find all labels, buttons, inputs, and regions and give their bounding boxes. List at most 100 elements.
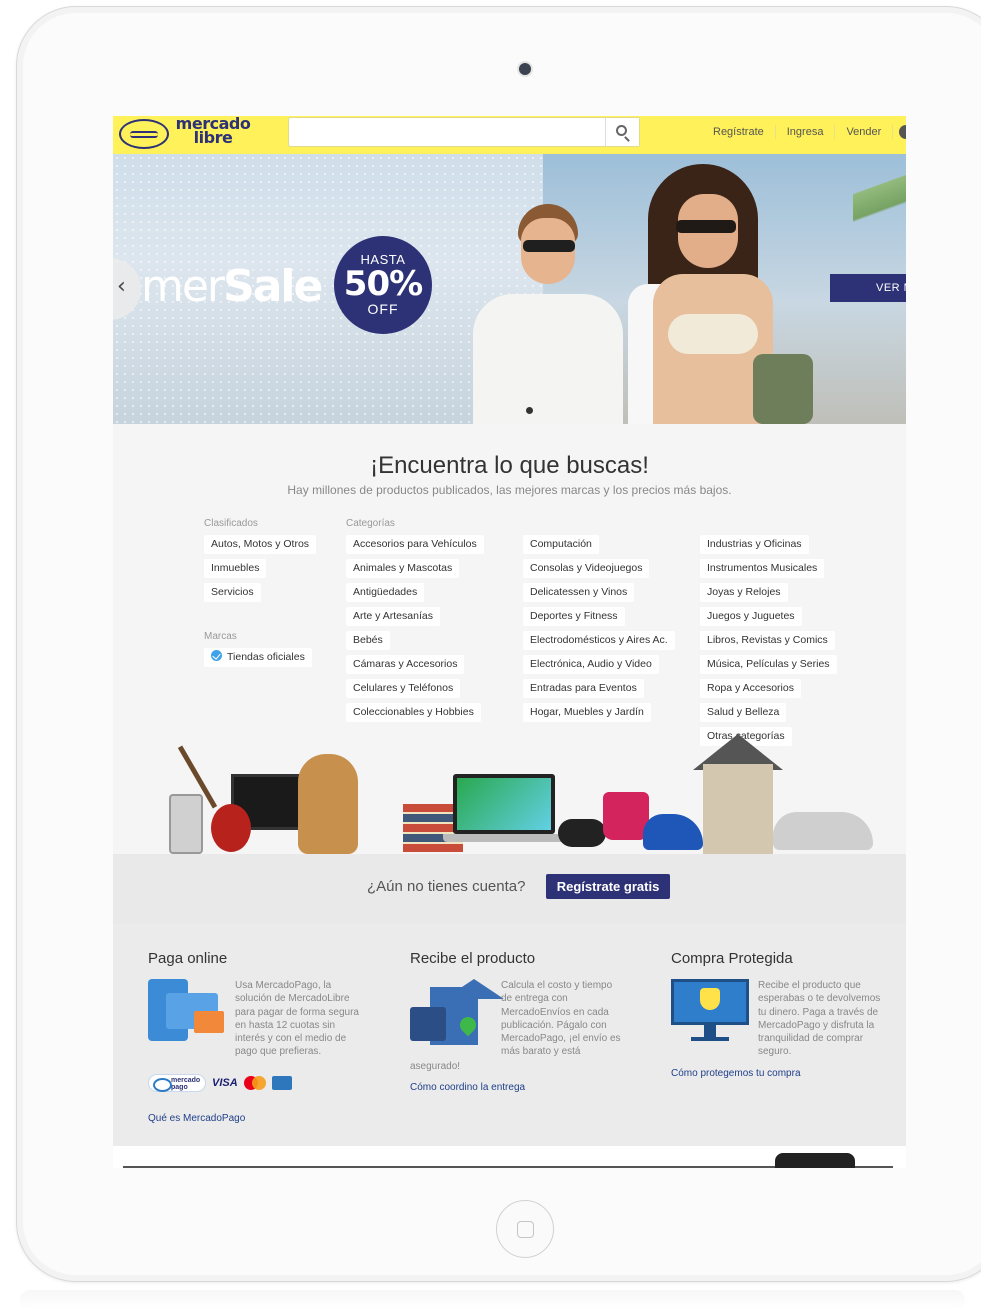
search-icon [616, 125, 627, 136]
collage-laptop [453, 774, 555, 834]
find-subtitle: Hay millones de productos publicados, la… [287, 483, 732, 497]
home-button[interactable] [496, 1200, 554, 1258]
pay-online-title: Paga online [148, 950, 228, 967]
what-is-mercadopago-link[interactable]: Qué es MercadoPago [148, 1113, 245, 1124]
collage-car [773, 812, 873, 850]
tag-category[interactable]: Ropa y Accesorios [700, 679, 801, 698]
hero-banner[interactable]: merSale HASTA 50% OFF ‹ VER M [113, 154, 906, 424]
find-title: ¡Encuentra lo que buscas! [370, 452, 649, 479]
site-header: mercado libre Regístrate Ingresa Vender [113, 116, 906, 154]
how-we-protect-link[interactable]: Cómo protegemos tu compra [671, 1068, 801, 1079]
payment-logos: mercado pago VISA [148, 1072, 303, 1094]
collage-dog [298, 754, 358, 854]
carousel-prev-button[interactable]: ‹ [113, 258, 141, 320]
tag-category[interactable]: Electrónica, Audio y Video [523, 655, 659, 674]
tag-category[interactable]: Joyas y Relojes [700, 583, 788, 602]
verified-check-icon [211, 650, 222, 661]
shipping-icon [410, 977, 504, 1047]
login-link[interactable]: Ingresa [776, 125, 836, 139]
tag-category[interactable]: Salud y Belleza [700, 703, 787, 722]
find-section: ¡Encuentra lo que buscas! Hay millones d… [113, 424, 906, 854]
collage-shoe [643, 814, 703, 850]
camera-icon [519, 63, 531, 75]
how-delivery-link[interactable]: Cómo coordino la entrega [410, 1082, 525, 1093]
register-free-button[interactable]: Regístrate gratis [546, 874, 670, 899]
tag-category[interactable]: Computación [523, 535, 599, 554]
tag-category[interactable]: Delicatessen y Vinos [523, 583, 635, 602]
help-icon[interactable] [899, 125, 906, 139]
sale-text-light: mer [141, 261, 225, 312]
protected-purchase-title: Compra Protegida [671, 950, 793, 967]
sell-link[interactable]: Vender [835, 125, 894, 139]
signup-band: ¿Aún no tienes cuenta? Regístrate gratis [113, 854, 906, 924]
collage-laptop-base [443, 834, 565, 842]
tag-category[interactable]: Juegos y Juguetes [700, 607, 802, 626]
tag-clasificado[interactable]: Inmuebles [204, 559, 267, 578]
collage-house [703, 764, 773, 854]
tag-category[interactable]: Instrumentos Musicales [700, 559, 825, 578]
collage-phone [169, 794, 203, 854]
search-input[interactable] [288, 117, 640, 147]
search-button[interactable] [605, 118, 639, 146]
mercadolibre-logo[interactable]: mercado libre [119, 116, 254, 151]
tag-category[interactable]: Arte y Artesanías [346, 607, 440, 626]
products-collage [163, 734, 873, 854]
tag-category[interactable]: Coleccionables y Hobbies [346, 703, 481, 722]
shield-monitor-icon [671, 979, 749, 1045]
tag-category[interactable]: Animales y Mascotas [346, 559, 460, 578]
tag-category[interactable]: Electrodomésticos y Aires Ac. [523, 631, 675, 650]
categorias-label: Categorías [346, 518, 395, 529]
signup-question: ¿Aún no tienes cuenta? [367, 878, 526, 895]
tag-category[interactable]: Accesorios para Vehículos [346, 535, 484, 554]
receive-product-title: Recibe el producto [410, 950, 536, 967]
tag-tiendas-oficiales[interactable]: Tiendas oficiales [204, 648, 312, 667]
sale-text-bold: Sale [223, 261, 323, 312]
carousel-dot[interactable] [526, 407, 533, 414]
footer-device-image [775, 1153, 855, 1168]
header-nav: Regístrate Ingresa Vender [703, 116, 894, 148]
logo-text: mercado libre [173, 116, 253, 147]
tag-category[interactable]: Industrias y Oficinas [700, 535, 809, 554]
palm-tree [853, 154, 906, 264]
tag-category[interactable]: Entradas para Eventos [523, 679, 644, 698]
tag-category[interactable]: Celulares y Teléfonos [346, 679, 461, 698]
hero-bag [753, 354, 813, 424]
amex-icon [271, 1076, 292, 1090]
tag-category[interactable]: Libros, Revistas y Comics [700, 631, 835, 650]
pay-online-description: Usa MercadoPago, la solución de MercadoL… [235, 980, 359, 1058]
visa-logo: VISA [212, 1077, 238, 1089]
chevron-left-icon: ‹ [117, 274, 126, 299]
collage-guitar [211, 804, 251, 852]
tag-category[interactable]: Hogar, Muebles y Jardín [523, 703, 651, 722]
marcas-label: Marcas [204, 631, 237, 642]
logo-line-2: libre [193, 128, 233, 147]
receive-product-description-tail: asegurado! [410, 1061, 461, 1072]
tag-category[interactable]: Cámaras y Accesorios [346, 655, 465, 674]
mastercard-icon [243, 1076, 266, 1090]
tablet-reflection [20, 1290, 965, 1310]
tag-category[interactable]: Música, Películas y Series [700, 655, 837, 674]
tag-clasificado[interactable]: Autos, Motos y Otros [204, 535, 317, 554]
hero-sale-text: merSale [141, 261, 323, 312]
tag-category[interactable]: Antigüedades [346, 583, 425, 602]
discount-badge: HASTA 50% OFF [334, 236, 432, 334]
features-section: Paga online Usa MercadoPago, la solución… [113, 924, 906, 1146]
badge-percent: 50% [343, 264, 423, 304]
home-square-icon [517, 1221, 534, 1238]
receive-product-description: Calcula el costo y tiempo de entrega con… [501, 980, 621, 1058]
tiendas-oficiales-label: Tiendas oficiales [227, 651, 305, 663]
clasificados-label: Clasificados [204, 518, 258, 529]
protected-purchase-description: Recibe el producto que esperabas o te de… [758, 980, 881, 1058]
register-link[interactable]: Regístrate [703, 125, 776, 139]
footer-strip [113, 1146, 906, 1168]
payment-cards-icon [148, 979, 226, 1045]
mercadopago-logo: mercado pago [148, 1074, 206, 1092]
hero-cta-button[interactable]: VER M [830, 274, 906, 302]
tag-clasificado[interactable]: Servicios [204, 583, 261, 602]
browser-screen: mercado libre Regístrate Ingresa Vender … [113, 116, 906, 1168]
collage-controller [558, 819, 606, 847]
tag-category[interactable]: Bebés [346, 631, 390, 650]
tag-category[interactable]: Consolas y Videojuegos [523, 559, 650, 578]
hero-man [473, 204, 623, 424]
tag-category[interactable]: Deportes y Fitness [523, 607, 625, 626]
